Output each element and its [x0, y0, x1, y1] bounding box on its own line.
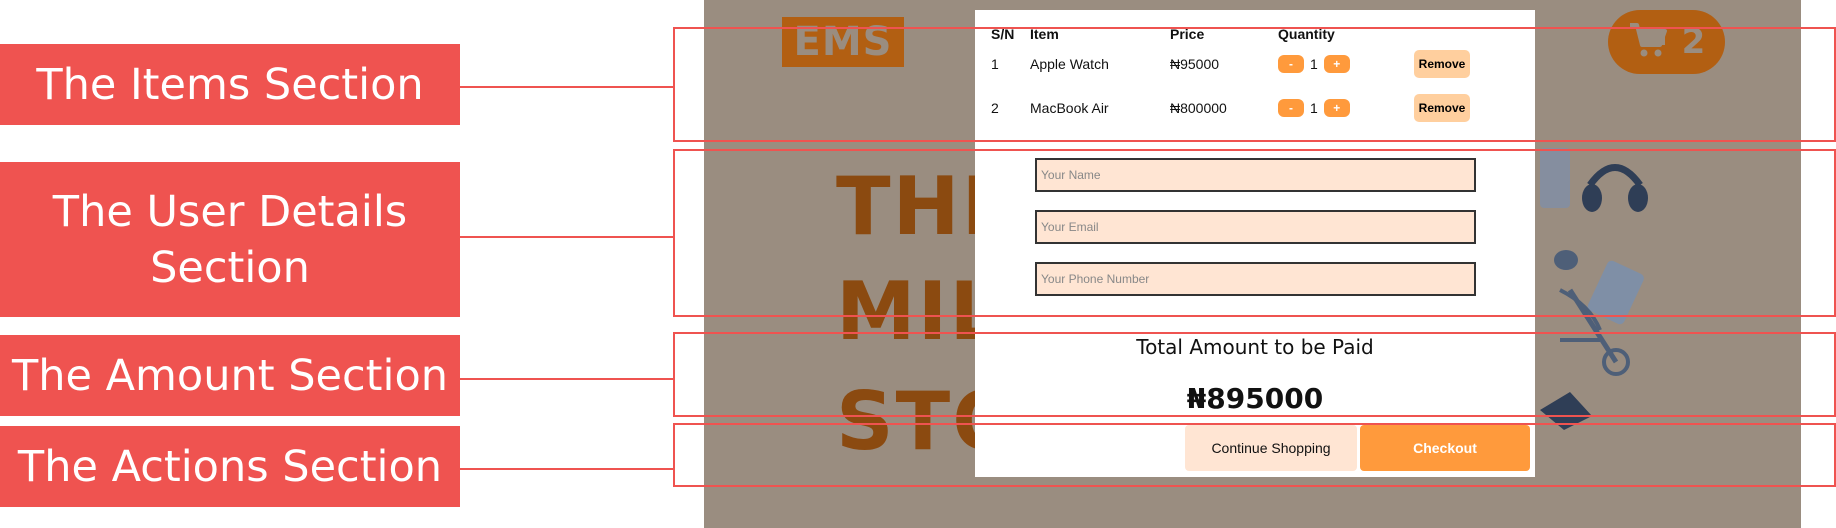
connector-amount [460, 378, 673, 380]
amount-section-outline [673, 332, 1836, 417]
actions-section-outline [673, 423, 1836, 487]
items-section-outline [673, 27, 1836, 142]
label-amount-text: The Amount Section [11, 350, 449, 401]
label-user-details-line2: Section [150, 242, 310, 293]
connector-user-details [460, 236, 673, 238]
label-actions-section: The Actions Section [0, 426, 460, 507]
connector-items [460, 86, 673, 88]
label-items-section: The Items Section [0, 44, 460, 125]
user-details-section-outline [673, 149, 1836, 317]
label-user-details-line1: The User Details [52, 186, 408, 237]
connector-actions [460, 468, 673, 470]
annotated-screenshot: The Items Section The User Details Secti… [0, 0, 1836, 528]
label-items-text: The Items Section [36, 59, 424, 110]
label-user-details-section: The User Details Section [0, 162, 460, 317]
label-amount-section: The Amount Section [0, 335, 460, 416]
label-actions-text: The Actions Section [17, 441, 443, 492]
